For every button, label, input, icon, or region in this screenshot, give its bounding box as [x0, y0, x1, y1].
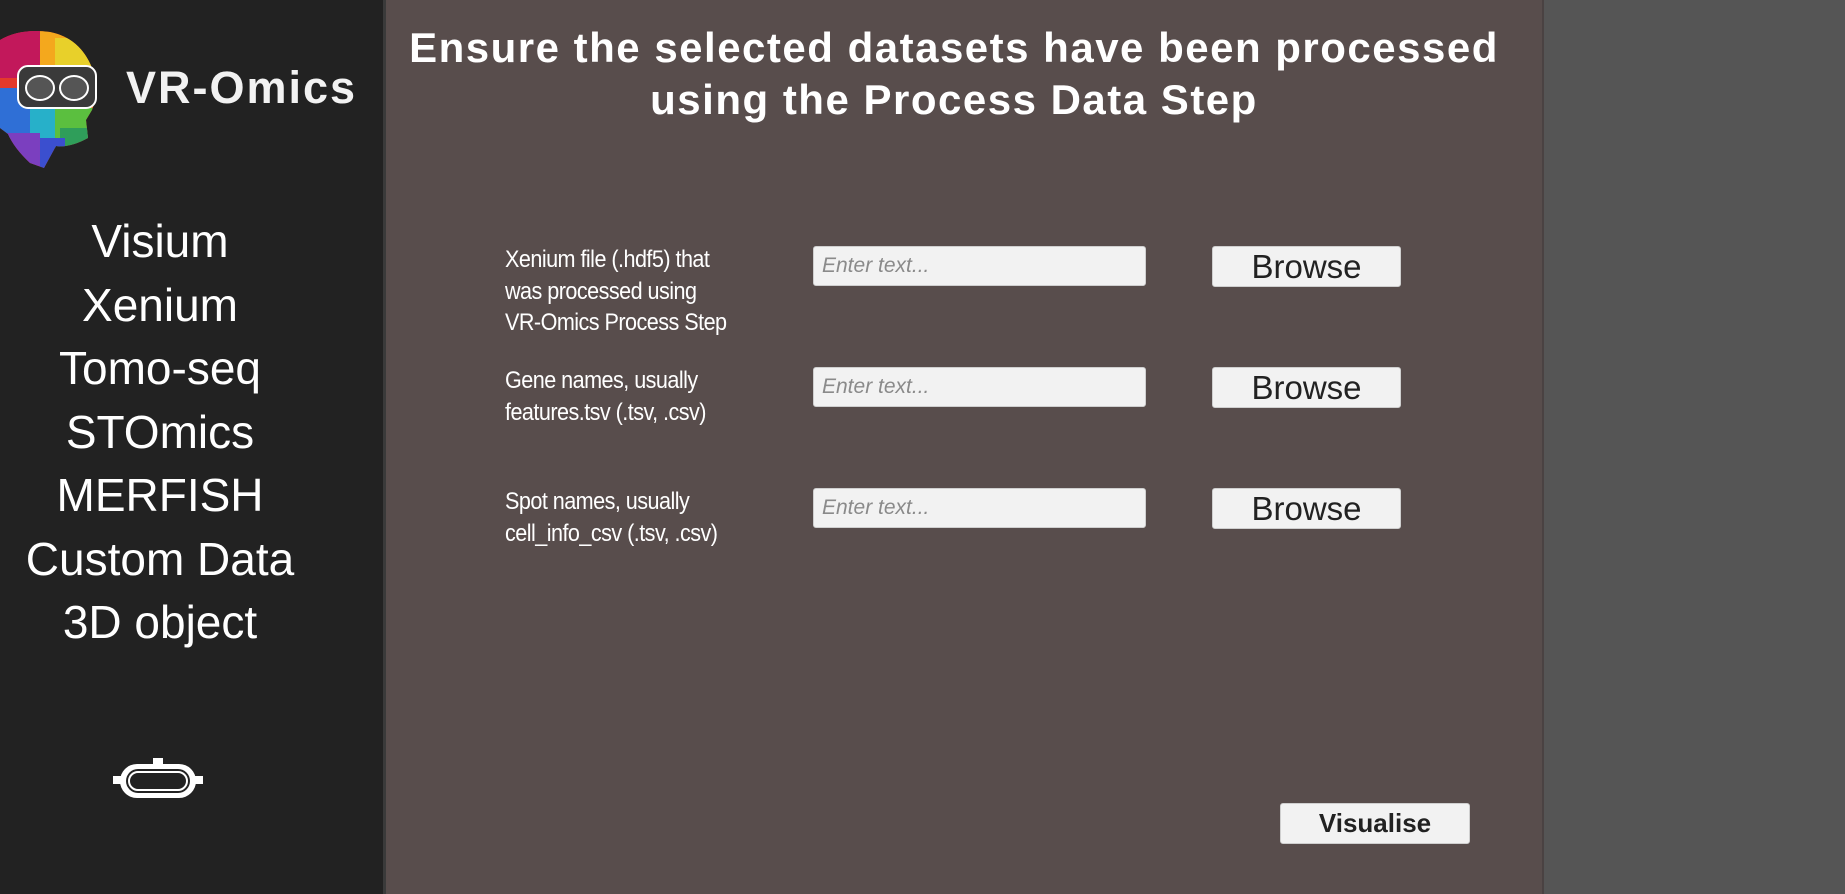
vr-headset-overlay	[17, 65, 97, 109]
gene-names-input[interactable]	[813, 367, 1146, 407]
heading-line-1: Ensure the selected datasets have been p…	[409, 24, 1499, 71]
right-panel	[1544, 0, 1845, 894]
gene-names-label: Gene names, usually features.tsv (.tsv, …	[505, 367, 706, 426]
app-title: VR-Omics	[126, 62, 358, 113]
sidebar-item-tomo-seq[interactable]: Tomo-seq	[0, 337, 320, 401]
visualise-button[interactable]: Visualise	[1280, 803, 1470, 844]
sidebar-item-3d-object[interactable]: 3D object	[0, 591, 320, 655]
main-panel: Ensure the selected datasets have been p…	[386, 0, 1544, 894]
sidebar-item-xenium[interactable]: Xenium	[0, 274, 320, 338]
xenium-file-browse-button[interactable]: Browse	[1212, 246, 1401, 287]
sidebar: VR-Omics Visium Xenium Tomo-seq STOmics …	[0, 0, 383, 894]
heading-line-2: using the Process Data Step	[650, 76, 1258, 123]
sidebar-item-custom-data[interactable]: Custom Data	[0, 528, 320, 592]
vr-omics-logo-icon	[0, 31, 97, 168]
spot-names-input[interactable]	[813, 488, 1146, 528]
sidebar-item-stomics[interactable]: STOmics	[0, 401, 320, 465]
sidebar-item-merfish[interactable]: MERFISH	[0, 464, 320, 528]
xenium-file-input[interactable]	[813, 246, 1146, 286]
sidebar-nav: Visium Xenium Tomo-seq STOmics MERFISH C…	[0, 210, 320, 655]
sidebar-item-visium[interactable]: Visium	[0, 210, 320, 274]
spot-names-label: Spot names, usually cell_info_csv (.tsv,…	[505, 488, 718, 547]
spot-names-browse-button[interactable]: Browse	[1212, 488, 1401, 529]
xenium-file-label: Xenium file (.hdf5) that was processed u…	[505, 246, 727, 336]
vr-headset-icon[interactable]	[112, 756, 204, 802]
page-heading: Ensure the selected datasets have been p…	[386, 22, 1522, 126]
gene-names-browse-button[interactable]: Browse	[1212, 367, 1401, 408]
